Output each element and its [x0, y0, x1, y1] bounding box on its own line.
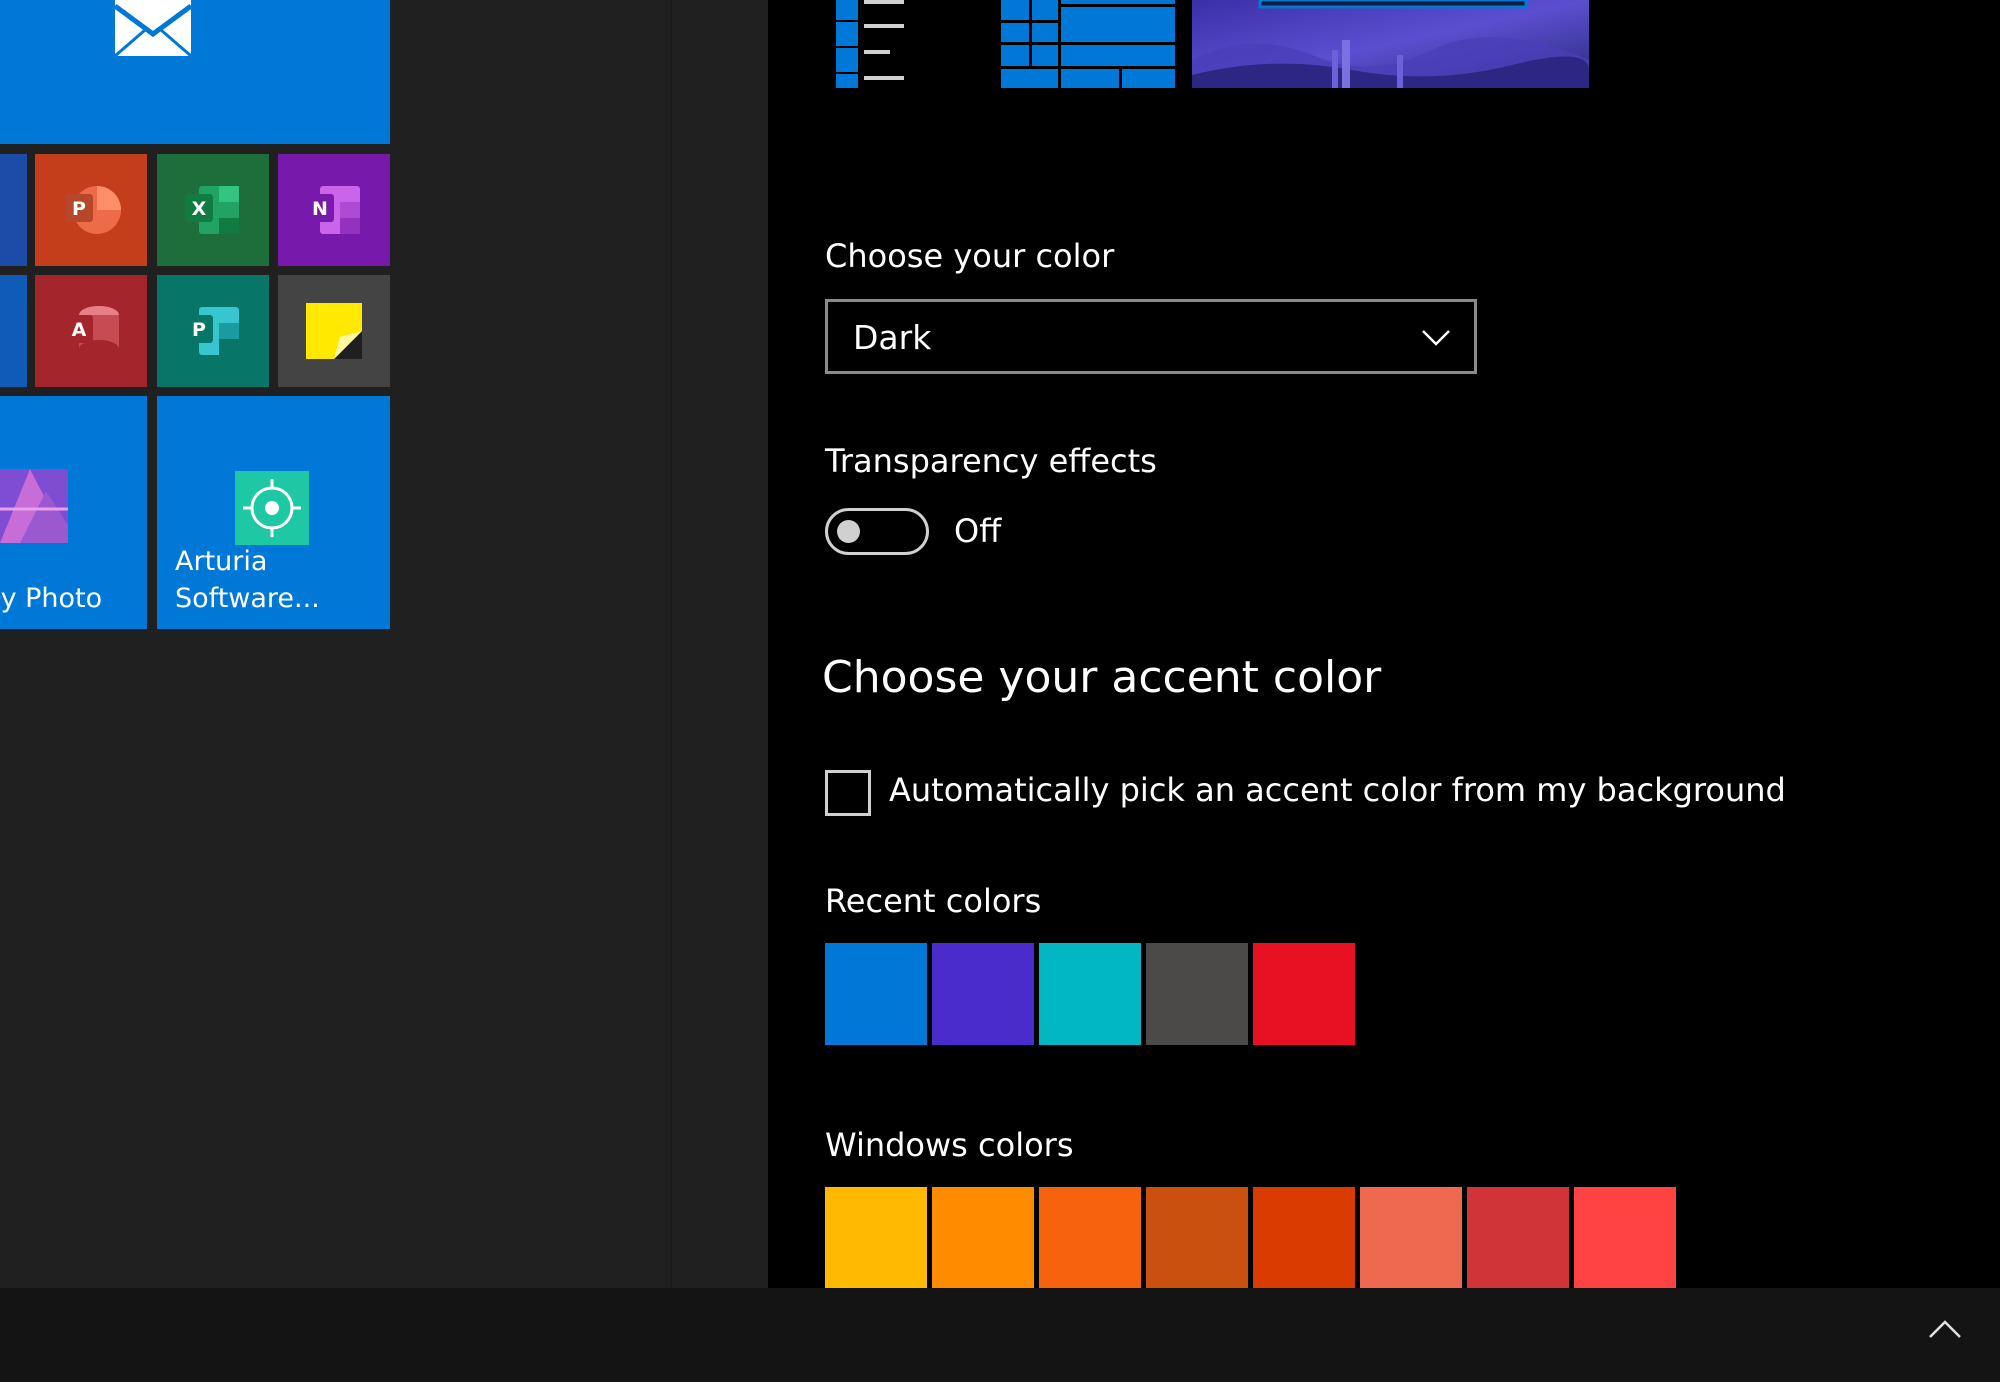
windows-color-swatch[interactable]: [825, 1187, 927, 1289]
colors-settings-page: Choose your color Dark Transparency effe…: [768, 0, 2000, 1289]
transparency-toggle[interactable]: [825, 508, 929, 555]
publisher-icon: P: [185, 307, 239, 355]
transparency-label: Transparency effects: [825, 442, 1157, 480]
svg-text:P: P: [192, 319, 206, 341]
start-menu-divider: [670, 0, 672, 1288]
recent-color-swatch[interactable]: [825, 943, 927, 1045]
windows-color-swatch[interactable]: [1039, 1187, 1141, 1289]
transparency-state: Off: [954, 512, 1002, 550]
mail-icon: [115, 0, 191, 56]
accent-color-heading: Choose your accent color: [822, 652, 1382, 703]
windows-color-swatch[interactable]: [1467, 1187, 1569, 1289]
choose-color-dropdown[interactable]: Dark: [825, 299, 1477, 374]
windows-color-swatch[interactable]: [1253, 1187, 1355, 1289]
taskbar: [0, 1288, 2000, 1382]
access-icon: A: [65, 306, 119, 358]
arturia-icon: [235, 471, 309, 545]
start-list-preview-icon: [836, 0, 904, 88]
affinity-photo-icon: [0, 469, 68, 543]
toggle-knob: [837, 520, 860, 543]
windows-color-swatch[interactable]: [1574, 1187, 1676, 1289]
tile-mail[interactable]: [0, 0, 390, 144]
start-tiles-preview-icon: [1001, 0, 1175, 88]
svg-text:P: P: [72, 198, 86, 220]
tile-powerpoint[interactable]: P: [35, 154, 147, 266]
tile-sticky-notes[interactable]: [278, 275, 390, 387]
sticky-notes-icon: [306, 303, 362, 359]
chevron-down-icon: [1422, 330, 1450, 346]
windows-color-swatch[interactable]: [932, 1187, 1034, 1289]
tile-word[interactable]: [0, 154, 27, 266]
chevron-up-icon[interactable]: [1928, 1318, 1962, 1340]
choose-color-label: Choose your color: [825, 237, 1115, 275]
recent-colors-label: Recent colors: [825, 882, 1042, 920]
background-preview-image: [1192, 0, 1589, 88]
auto-accent-label[interactable]: Automatically pick an accent color from …: [889, 771, 1786, 809]
recent-color-swatch[interactable]: [1253, 943, 1355, 1045]
tile-label: ty Photo: [0, 583, 103, 614]
tile-publisher[interactable]: P: [157, 275, 269, 387]
onenote-icon: N: [306, 186, 360, 234]
windows-color-swatch[interactable]: [1360, 1187, 1462, 1289]
windows-color-swatch[interactable]: [1146, 1187, 1248, 1289]
powerpoint-icon: P: [65, 186, 121, 234]
svg-text:N: N: [312, 198, 328, 220]
choose-color-value: Dark: [853, 318, 932, 357]
auto-accent-checkbox[interactable]: [825, 770, 871, 816]
svg-text:X: X: [192, 198, 207, 220]
recent-color-swatch[interactable]: [1039, 943, 1141, 1045]
tile-arturia-software[interactable]: Arturia Software...: [157, 396, 390, 629]
screen: P X N A P ty Photo Arturia Software... C…: [0, 0, 2000, 1382]
recent-color-swatch[interactable]: [932, 943, 1034, 1045]
recent-color-swatch[interactable]: [1146, 943, 1248, 1045]
tile-outlook[interactable]: [0, 275, 27, 387]
tile-excel[interactable]: X: [157, 154, 269, 266]
svg-text:A: A: [72, 319, 87, 341]
tile-label: Arturia Software...: [175, 546, 320, 614]
tile-access[interactable]: A: [35, 275, 147, 387]
tile-affinity-photo[interactable]: ty Photo: [0, 396, 147, 629]
tile-onenote[interactable]: N: [278, 154, 390, 266]
start-menu: P X N A P ty Photo Arturia Software...: [0, 0, 768, 1288]
excel-icon: X: [185, 186, 239, 234]
windows-colors-label: Windows colors: [825, 1126, 1074, 1164]
